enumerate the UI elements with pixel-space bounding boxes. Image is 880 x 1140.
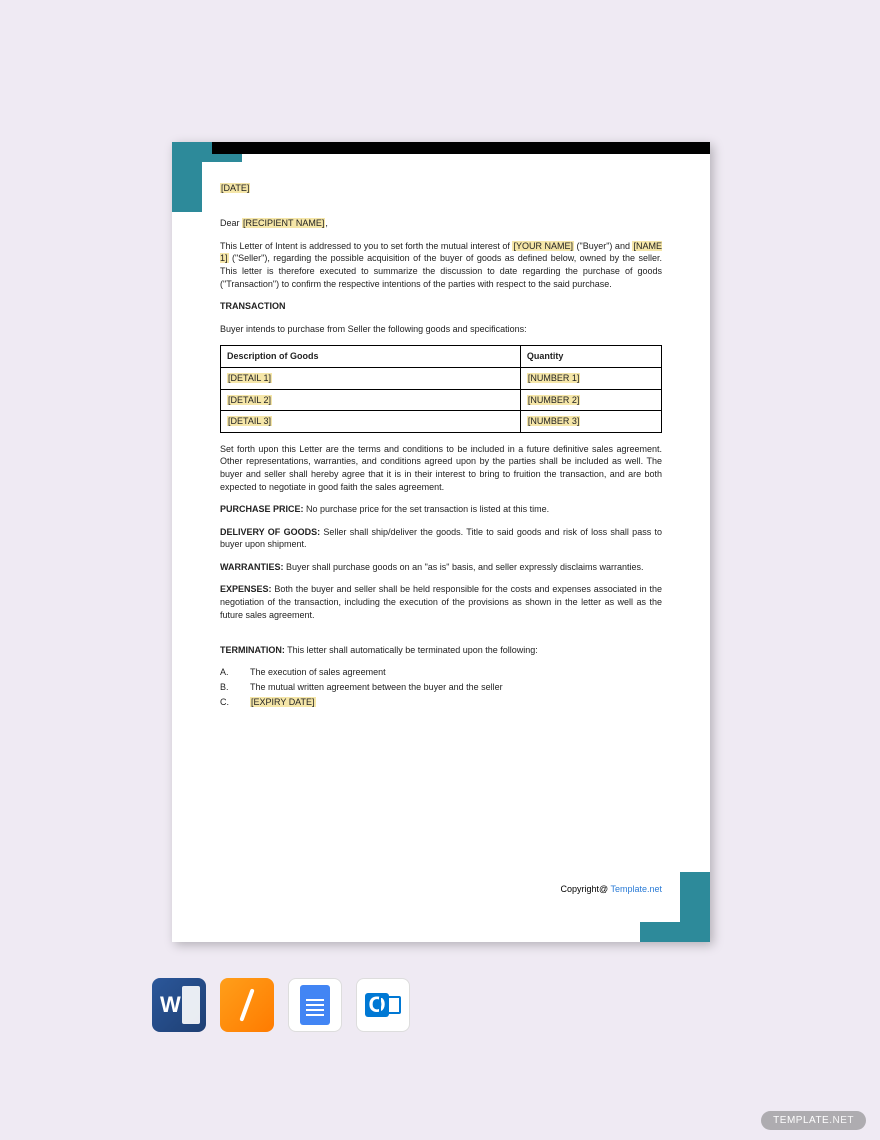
- list-text-a: The execution of sales agreement: [250, 666, 386, 679]
- watermark-badge: TEMPLATE.NET: [761, 1111, 866, 1130]
- pages-icon[interactable]: [220, 978, 274, 1032]
- heading-transaction: TRANSACTION: [220, 300, 662, 313]
- list-label-c: C.: [220, 696, 250, 709]
- cell-desc-3: [DETAIL 3]: [227, 416, 272, 426]
- watermark-thin: .NET: [829, 1115, 854, 1126]
- terms-intro: Set forth upon this Letter are the terms…: [220, 443, 662, 493]
- watermark-bold: TEMPLATE: [773, 1115, 829, 1126]
- goods-table: Description of Goods Quantity [DETAIL 1]…: [220, 345, 662, 432]
- top-black-bar: [212, 142, 710, 154]
- th-description: Description of Goods: [221, 346, 521, 368]
- intro-text-1: This Letter of Intent is addressed to yo…: [220, 241, 512, 251]
- intro-text-3: ("Seller"), regarding the possible acqui…: [220, 253, 662, 288]
- field-your-name: [YOUR NAME]: [512, 241, 574, 251]
- warranties-text: Buyer shall purchase goods on an "as is"…: [284, 562, 644, 572]
- list-label-b: B.: [220, 681, 250, 694]
- salutation-suffix: ,: [325, 218, 328, 228]
- cell-qty-1: [NUMBER 1]: [527, 373, 581, 383]
- heading-price: PURCHASE PRICE:: [220, 504, 304, 514]
- copyright-link[interactable]: Template.net: [610, 884, 662, 894]
- list-label-a: A.: [220, 666, 250, 679]
- corner-decoration-bottom-right: [680, 872, 710, 942]
- termination-list: A.The execution of sales agreement B.The…: [220, 666, 662, 708]
- list-item: A.The execution of sales agreement: [220, 666, 662, 679]
- heading-termination: TERMINATION:: [220, 645, 285, 655]
- field-expiry-date: [EXPIRY DATE]: [250, 697, 316, 707]
- copyright-prefix: Copyright@: [560, 884, 610, 894]
- salutation-prefix: Dear: [220, 218, 242, 228]
- cell-desc-1: [DETAIL 1]: [227, 373, 272, 383]
- cell-qty-3: [NUMBER 3]: [527, 416, 581, 426]
- table-row: [DETAIL 2] [NUMBER 2]: [221, 389, 662, 411]
- list-item: C.[EXPIRY DATE]: [220, 696, 662, 709]
- termination-text: This letter shall automatically be termi…: [285, 645, 538, 655]
- field-recipient: [RECIPIENT NAME]: [242, 218, 325, 228]
- heading-delivery: DELIVERY OF GOODS:: [220, 527, 320, 537]
- transaction-line: Buyer intends to purchase from Seller th…: [220, 323, 662, 336]
- price-text: No purchase price for the set transactio…: [304, 504, 550, 514]
- intro-text-2: ("Buyer") and: [574, 241, 632, 251]
- list-text-b: The mutual written agreement between the…: [250, 681, 503, 694]
- letter-content: [DATE] Dear [RECIPIENT NAME], This Lette…: [220, 182, 662, 902]
- copyright-line: Copyright@ Template.net: [560, 884, 662, 894]
- cell-desc-2: [DETAIL 2]: [227, 395, 272, 405]
- outlook-icon[interactable]: [356, 978, 410, 1032]
- th-quantity: Quantity: [520, 346, 661, 368]
- heading-warranties: WARRANTIES:: [220, 562, 284, 572]
- cell-qty-2: [NUMBER 2]: [527, 395, 581, 405]
- document-page: [DATE] Dear [RECIPIENT NAME], This Lette…: [172, 142, 710, 942]
- app-icon-row: [152, 978, 410, 1032]
- table-row: [DETAIL 1] [NUMBER 1]: [221, 367, 662, 389]
- heading-expenses: EXPENSES:: [220, 584, 272, 594]
- field-date: [DATE]: [220, 183, 250, 193]
- list-item: B.The mutual written agreement between t…: [220, 681, 662, 694]
- table-header-row: Description of Goods Quantity: [221, 346, 662, 368]
- table-row: [DETAIL 3] [NUMBER 3]: [221, 411, 662, 433]
- expenses-text: Both the buyer and seller shall be held …: [220, 584, 662, 619]
- corner-decoration-top-left: [172, 142, 202, 212]
- word-icon[interactable]: [152, 978, 206, 1032]
- google-docs-icon[interactable]: [288, 978, 342, 1032]
